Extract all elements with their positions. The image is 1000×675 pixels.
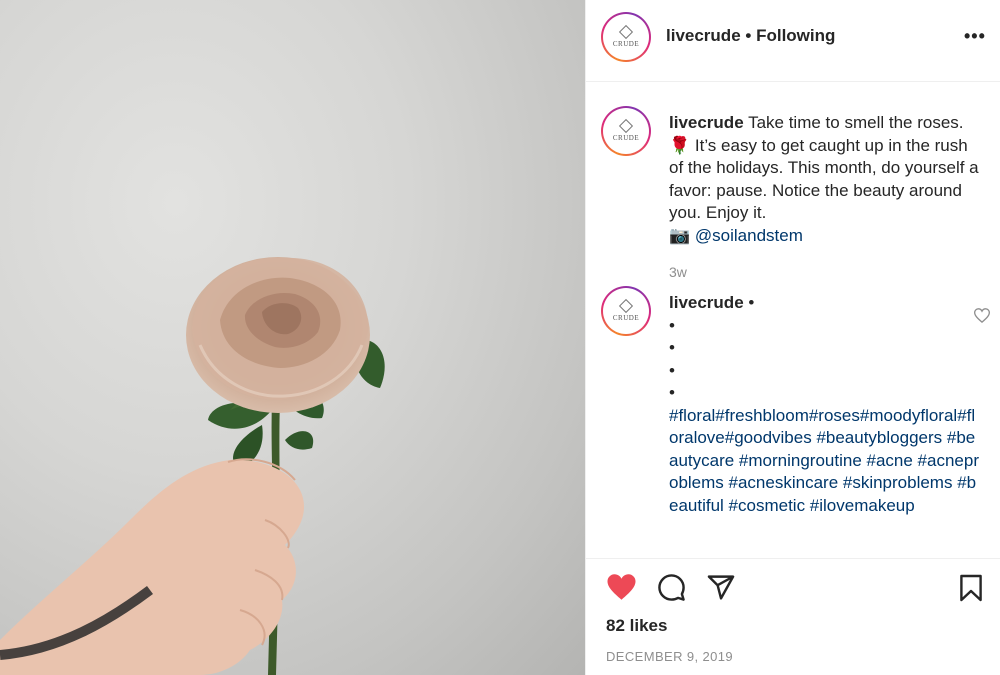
logo-diamond-icon	[618, 298, 634, 313]
rose-image	[0, 257, 385, 675]
comment-username[interactable]: livecrude	[669, 293, 744, 312]
caption-text-block: livecrude Take time to smell the roses. …	[669, 112, 984, 247]
camera-emoji: 📷	[669, 225, 691, 245]
caption-timestamp[interactable]: 3w	[669, 264, 687, 280]
heart-outline-icon[interactable]	[974, 308, 990, 323]
avatar-logo-text: CRUDE	[612, 39, 640, 48]
action-bar: 82 likes DECEMBER 9, 2019	[586, 558, 1000, 675]
mention-link[interactable]: @soilandstem	[695, 226, 803, 245]
more-horizontal-icon[interactable]: •••	[964, 26, 986, 47]
header-author-line: livecrude • Following	[666, 26, 835, 46]
bullet-line: •	[669, 383, 675, 402]
bookmark-icon[interactable]	[959, 573, 983, 603]
logo-diamond-icon	[618, 24, 634, 39]
bullet-line: •	[669, 315, 675, 335]
post-photo[interactable]	[0, 0, 585, 675]
logo-diamond-icon	[618, 118, 634, 133]
bullet-line: •	[669, 360, 675, 380]
post-detail-panel: CRUDE livecrude • Following ••• CRUDE li…	[585, 0, 1000, 675]
comment-avatar[interactable]: CRUDE	[601, 286, 651, 336]
bullet-line: •	[669, 338, 675, 357]
caption-username[interactable]: livecrude	[669, 113, 744, 132]
share-icon[interactable]	[706, 573, 736, 602]
comment-suffix: •	[748, 293, 755, 312]
heart-filled-icon[interactable]	[606, 573, 637, 601]
likes-count[interactable]: 82 likes	[606, 616, 667, 636]
comment-icon[interactable]	[657, 573, 686, 602]
header-separator: •	[745, 26, 752, 45]
author-username[interactable]: livecrude	[666, 26, 741, 45]
following-button[interactable]: Following	[756, 26, 835, 45]
comments-list[interactable]: CRUDE livecrude Take time to smell the r…	[586, 82, 1000, 558]
hashtag-links[interactable]: #floral#freshbloom#roses#moodyfloral#flo…	[669, 405, 984, 518]
caption-avatar[interactable]: CRUDE	[601, 106, 651, 156]
post-date[interactable]: DECEMBER 9, 2019	[606, 649, 733, 664]
author-avatar[interactable]: CRUDE	[601, 12, 651, 62]
post-header: CRUDE livecrude • Following •••	[586, 0, 1000, 82]
comment-text-block: livecrude • • • • • #floral#freshbloom#r…	[669, 292, 984, 517]
